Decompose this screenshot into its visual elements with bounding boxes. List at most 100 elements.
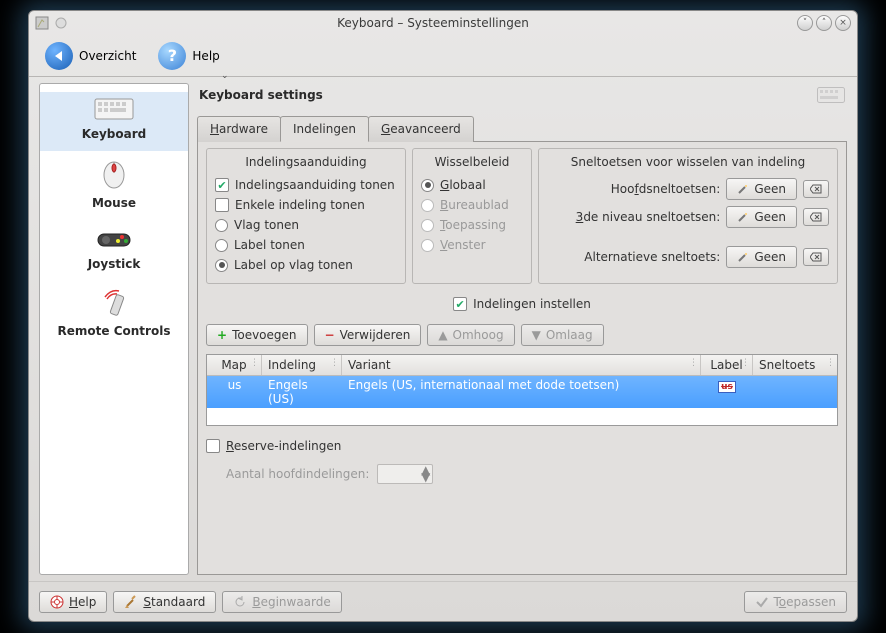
footer-help-button[interactable]: Help (39, 591, 107, 613)
group-title: Sneltoetsen voor wisselen van indeling (547, 153, 829, 175)
footer-standard-button[interactable]: Standaard (113, 591, 216, 613)
minus-icon: − (325, 328, 335, 342)
wand-icon (737, 251, 749, 263)
radio-window[interactable]: Venster (421, 235, 523, 255)
check-icon (755, 595, 769, 609)
help-label: Help (192, 49, 219, 63)
table-row[interactable]: us Engels (US) Engels (US, internationaa… (207, 376, 837, 408)
cell-map: us (207, 376, 262, 408)
th-sneltoets[interactable]: Sneltoets⋮ (753, 355, 837, 375)
sidebar-item-remote[interactable]: Remote Controls (40, 281, 188, 348)
broom-icon (124, 595, 138, 609)
toolbar: Overzicht ? Help ⌄ (29, 35, 857, 77)
sidebar-item-label: Joystick (40, 257, 188, 271)
radio-application[interactable]: Toepassing (421, 215, 523, 235)
joystick-icon (96, 226, 132, 250)
main-panel: Keyboard settings Hardware Indelingen Ge… (197, 83, 847, 575)
tab-hardware[interactable]: Hardware (197, 116, 281, 142)
main-count-spinner: ▲▼ (377, 464, 433, 484)
page-title: Keyboard settings (199, 88, 323, 102)
titlebar: Keyboard – Systeeminstellingen ˅ ˄ × (29, 11, 857, 35)
plus-icon: + (217, 328, 227, 342)
group-indicator: Indelingsaanduiding ✔Indelingsaanduiding… (206, 148, 406, 284)
overview-button[interactable]: Overzicht (37, 38, 144, 74)
clear-icon (810, 212, 822, 222)
remove-button[interactable]: −Verwijderen (314, 324, 422, 346)
close-button[interactable]: × (835, 15, 851, 31)
layout-table[interactable]: Map⋮ Indeling⋮ Variant⋮ Label⋮ Sneltoets… (206, 354, 838, 426)
group-shortcuts: Sneltoetsen voor wisselen van indeling H… (538, 148, 838, 284)
main-shortcut-clear[interactable] (803, 180, 829, 198)
minimize-button[interactable]: ˅ (797, 15, 813, 31)
radio-global[interactable]: Globaal (421, 175, 523, 195)
alt-shortcut-clear[interactable] (803, 248, 829, 266)
cell-sneltoets (753, 376, 837, 408)
chevron-down-icon[interactable]: ⌄ (221, 71, 229, 81)
window: Keyboard – Systeeminstellingen ˅ ˄ × Ove… (28, 10, 858, 622)
check-reserve[interactable]: Reserve-indelingen (206, 436, 838, 456)
titlebar-extra-icon (53, 15, 69, 31)
sidebar-item-label: Remote Controls (40, 324, 188, 338)
radio-show-label-on-flag[interactable]: Label op vlag tonen (215, 255, 397, 275)
table-header: Map⋮ Indeling⋮ Variant⋮ Label⋮ Sneltoets… (207, 355, 837, 376)
tab-geavanceerd[interactable]: Geavanceerd (368, 116, 474, 142)
main-shortcut-button[interactable]: Geen (726, 178, 797, 200)
sidebar-item-label: Mouse (40, 196, 188, 210)
group-title: Wisselbeleid (421, 153, 523, 175)
sidebar: Keyboard Mouse Joystick Remote Controls (39, 83, 189, 575)
group-title: Indelingsaanduiding (215, 153, 397, 175)
cell-indeling: Engels (US) (262, 376, 342, 408)
check-configure-layouts[interactable]: ✔Indelingen instellen (453, 294, 591, 314)
th-indeling[interactable]: Indeling⋮ (262, 355, 342, 375)
tab-indelingen[interactable]: Indelingen (280, 116, 369, 142)
wand-icon (737, 211, 749, 223)
radio-desktop[interactable]: Bureaublad (421, 195, 523, 215)
help-button[interactable]: ? Help (150, 38, 227, 74)
third-shortcut-button[interactable]: Geen (726, 206, 797, 228)
lifebuoy-icon (50, 595, 64, 609)
app-icon (35, 16, 49, 30)
check-single-layout[interactable]: Enkele indeling tonen (215, 195, 397, 215)
clear-icon (810, 252, 822, 262)
add-button[interactable]: +Toevoegen (206, 324, 308, 346)
layout-buttons: +Toevoegen −Verwijderen ▲Omhoog ▼Omlaag (206, 322, 838, 348)
keyboard-icon (94, 98, 134, 120)
radio-show-label[interactable]: Label tonen (215, 235, 397, 255)
group-policy: Wisselbeleid Globaal Bureaublad Toepassi… (412, 148, 532, 284)
maximize-button[interactable]: ˄ (816, 15, 832, 31)
main-count-label: Aantal hoofdindelingen: (226, 467, 369, 481)
th-variant[interactable]: Variant⋮ (342, 355, 701, 375)
footer-reset-button: Beginwaarde (222, 591, 341, 613)
footer: Help Standaard Beginwaarde Toepassen (29, 581, 857, 621)
back-arrow-icon (45, 42, 73, 70)
down-icon: ▼ (532, 328, 541, 342)
mouse-icon (101, 157, 127, 189)
sidebar-item-joystick[interactable]: Joystick (40, 220, 188, 281)
overview-label: Overzicht (79, 49, 136, 63)
undo-icon (233, 595, 247, 609)
cell-label: us (701, 376, 753, 408)
radio-show-flag[interactable]: Vlag tonen (215, 215, 397, 235)
up-button[interactable]: ▲Omhoog (427, 324, 514, 346)
window-title: Keyboard – Systeeminstellingen (69, 16, 797, 30)
sidebar-item-keyboard[interactable]: Keyboard (40, 92, 188, 151)
check-show-indicator[interactable]: ✔Indelingsaanduiding tonen (215, 175, 397, 195)
keyboard-small-icon (817, 87, 845, 103)
help-icon: ? (158, 42, 186, 70)
wand-icon (737, 183, 749, 195)
clear-icon (810, 184, 822, 194)
th-map[interactable]: Map⋮ (207, 355, 262, 375)
footer-apply-button: Toepassen (744, 591, 848, 613)
th-label[interactable]: Label⋮ (701, 355, 753, 375)
sidebar-item-mouse[interactable]: Mouse (40, 151, 188, 220)
down-button[interactable]: ▼Omlaag (521, 324, 604, 346)
cell-variant: Engels (US, internationaal met dode toet… (342, 376, 701, 408)
sidebar-item-label: Keyboard (40, 127, 188, 141)
tab-bar: Hardware Indelingen Geavanceerd (197, 115, 847, 142)
content: Keyboard Mouse Joystick Remote Controls (29, 77, 857, 581)
remote-icon (99, 287, 129, 317)
up-icon: ▲ (438, 328, 447, 342)
third-shortcut-clear[interactable] (803, 208, 829, 226)
alt-shortcut-button[interactable]: Geen (726, 246, 797, 268)
tab-body: Indelingsaanduiding ✔Indelingsaanduiding… (197, 142, 847, 575)
